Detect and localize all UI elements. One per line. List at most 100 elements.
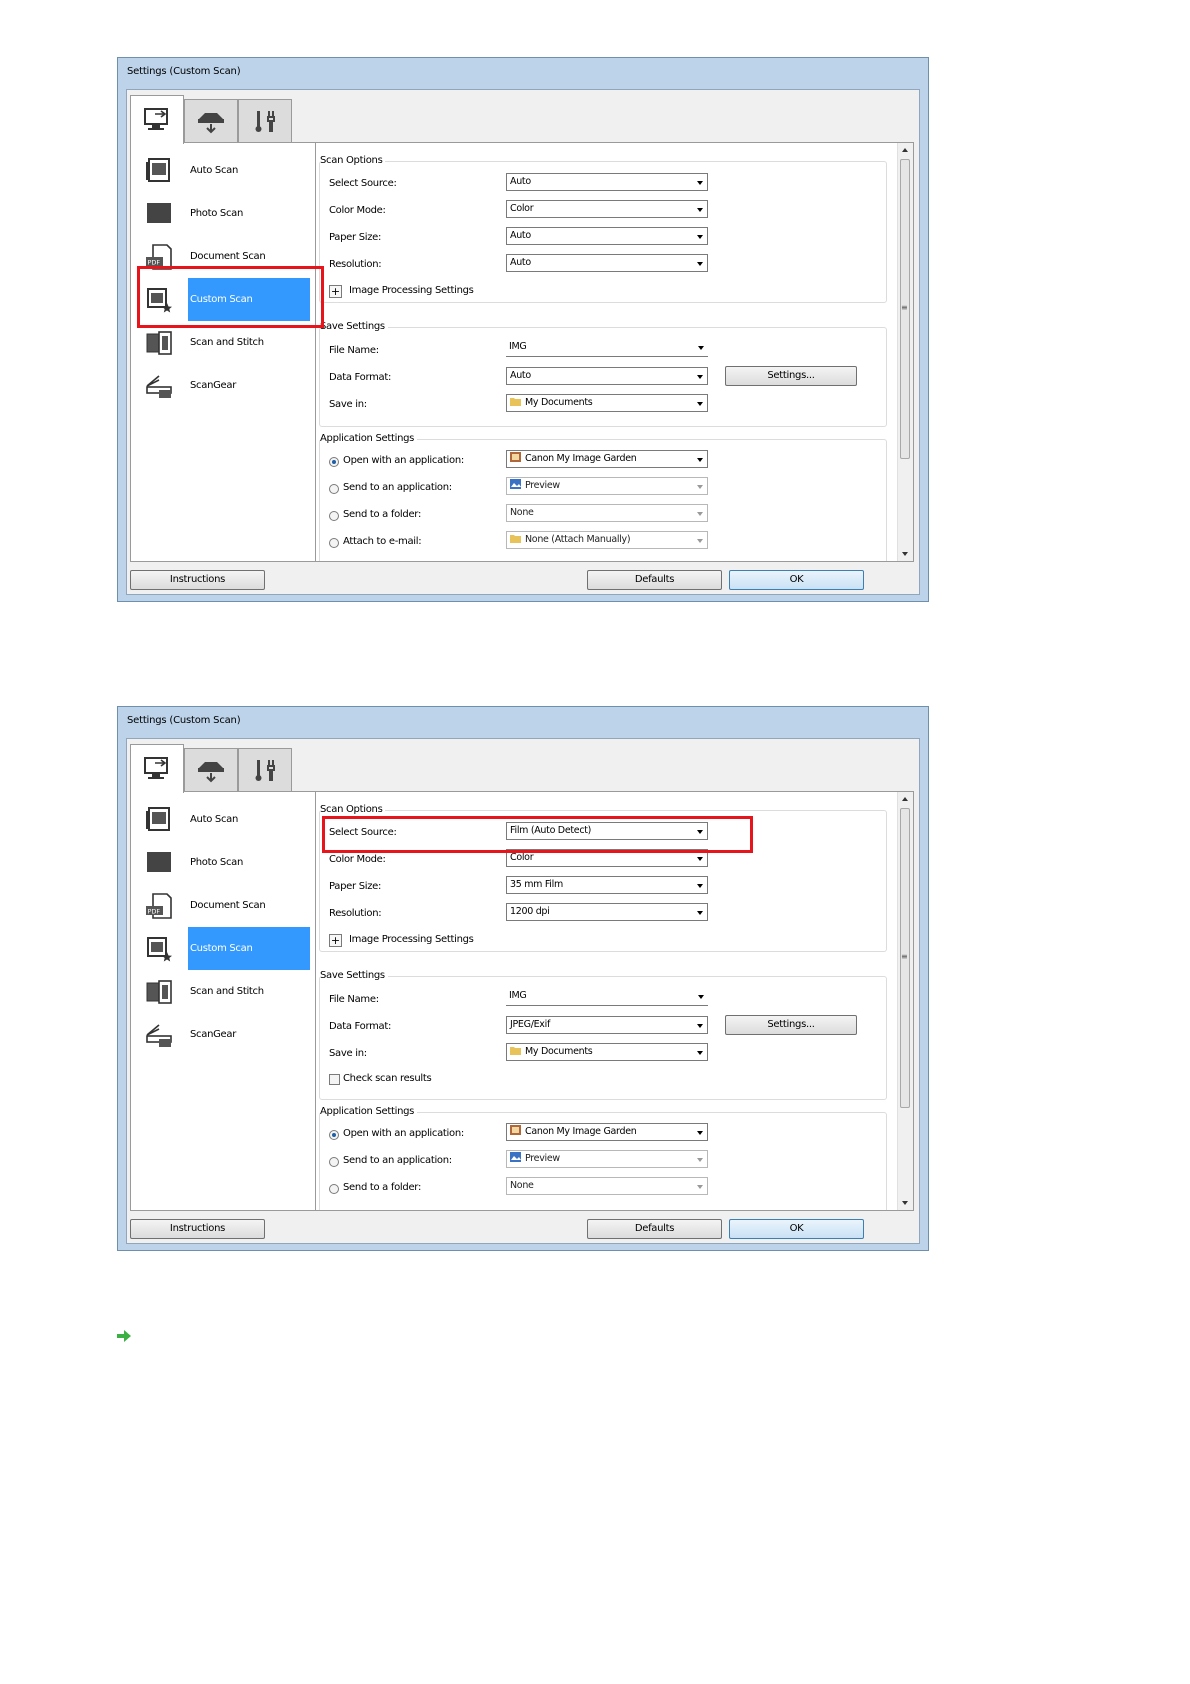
tab-general-settings[interactable] xyxy=(238,99,292,142)
check-scan-results-checkbox[interactable] xyxy=(329,1074,340,1085)
select-source-dropdown[interactable]: Auto xyxy=(506,173,708,191)
attach-to-email-dropdown[interactable]: None (Attach Manually) xyxy=(506,531,708,549)
open-with-application-label: Open with an application: xyxy=(343,1128,464,1139)
ok-button[interactable]: OK xyxy=(729,1219,864,1239)
scroll-down-icon[interactable] xyxy=(902,552,908,556)
chevron-down-icon xyxy=(697,539,703,543)
chevron-down-icon xyxy=(697,1158,703,1162)
photo-scan-icon xyxy=(147,203,171,223)
nav-photo-scan[interactable]: Photo Scan xyxy=(131,841,315,884)
dialog-title: Settings (Custom Scan) xyxy=(127,66,241,77)
file-name-label: File Name: xyxy=(329,345,379,356)
dialog-body: Auto Scan Photo Scan PDF Document Scan C… xyxy=(126,738,920,1244)
scroll-down-icon[interactable] xyxy=(902,1201,908,1205)
color-mode-label: Color Mode: xyxy=(329,854,386,865)
vertical-scrollbar[interactable]: ≡ xyxy=(897,792,913,1210)
instructions-button[interactable]: Instructions xyxy=(130,570,265,590)
nav-custom-scan[interactable]: Custom Scan xyxy=(131,927,315,970)
expand-plus-icon[interactable]: + xyxy=(329,285,342,298)
chevron-down-icon xyxy=(697,1024,703,1028)
settings-content: Scan Options Select Source: Film (Auto D… xyxy=(316,792,913,1210)
chevron-down-icon xyxy=(697,402,703,406)
nav-auto-scan[interactable]: Auto Scan xyxy=(131,149,315,192)
nav-label: Custom Scan xyxy=(188,927,310,970)
data-format-settings-button[interactable]: Settings... xyxy=(725,1015,857,1035)
data-format-dropdown[interactable]: JPEG/Exif xyxy=(506,1016,708,1034)
file-name-combo[interactable]: IMG xyxy=(506,339,708,357)
nav-label: ScanGear xyxy=(190,380,237,391)
nav-document-scan[interactable]: PDF Document Scan xyxy=(131,884,315,927)
dropdown-value: None (Attach Manually) xyxy=(525,534,631,545)
data-format-dropdown[interactable]: Auto xyxy=(506,367,708,385)
chevron-down-icon xyxy=(697,262,703,266)
data-format-settings-button[interactable]: Settings... xyxy=(725,366,857,386)
send-to-application-radio[interactable] xyxy=(329,1157,339,1167)
chevron-down-icon xyxy=(697,512,703,516)
attach-to-email-radio[interactable] xyxy=(329,538,339,548)
paper-size-dropdown[interactable]: 35 mm Film xyxy=(506,876,708,894)
open-with-application-radio[interactable] xyxy=(329,1130,339,1140)
color-mode-dropdown[interactable]: Color xyxy=(506,200,708,218)
resolution-label: Resolution: xyxy=(329,259,382,270)
chevron-down-icon xyxy=(697,1131,703,1135)
application-settings-title: Application Settings xyxy=(320,1106,418,1117)
send-to-folder-dropdown[interactable]: None xyxy=(506,504,708,522)
save-in-label: Save in: xyxy=(329,399,367,410)
ok-button[interactable]: OK xyxy=(729,570,864,590)
resolution-dropdown[interactable]: 1200 dpi xyxy=(506,903,708,921)
send-to-application-radio[interactable] xyxy=(329,484,339,494)
save-in-dropdown[interactable]: My Documents xyxy=(506,1043,708,1061)
open-with-application-radio[interactable] xyxy=(329,457,339,467)
data-format-label: Data Format: xyxy=(329,1021,392,1032)
scan-from-computer-icon xyxy=(144,108,168,130)
nav-scan-and-stitch[interactable]: Scan and Stitch xyxy=(131,970,315,1013)
tab-scan-from-computer[interactable] xyxy=(130,744,184,793)
chevron-down-icon xyxy=(697,458,703,462)
image-garden-icon xyxy=(510,452,521,462)
save-settings-title: Save Settings xyxy=(320,970,388,981)
settings-content: Scan Options Select Source: Auto Color M… xyxy=(316,143,913,561)
chevron-down-icon xyxy=(697,485,703,489)
scroll-up-icon[interactable] xyxy=(902,148,908,152)
tab-general-settings[interactable] xyxy=(238,748,292,791)
send-to-application-dropdown[interactable]: Preview xyxy=(506,1150,708,1168)
grip-icon: ≡ xyxy=(901,303,908,312)
defaults-button[interactable]: Defaults xyxy=(587,1219,722,1239)
save-in-dropdown[interactable]: My Documents xyxy=(506,394,708,412)
nav-auto-scan[interactable]: Auto Scan xyxy=(131,798,315,841)
combo-value: IMG xyxy=(509,341,527,352)
paper-size-dropdown[interactable]: Auto xyxy=(506,227,708,245)
scroll-up-icon[interactable] xyxy=(902,797,908,801)
dropdown-value: My Documents xyxy=(525,1046,593,1057)
paper-size-label: Paper Size: xyxy=(329,232,382,243)
vertical-scrollbar[interactable]: ≡ xyxy=(897,143,913,561)
chevron-down-icon xyxy=(697,884,703,888)
open-with-application-dropdown[interactable]: Canon My Image Garden xyxy=(506,1123,708,1141)
open-with-application-dropdown[interactable]: Canon My Image Garden xyxy=(506,450,708,468)
nav-scangear[interactable]: ScanGear xyxy=(131,364,315,407)
defaults-button[interactable]: Defaults xyxy=(587,570,722,590)
send-to-folder-dropdown[interactable]: None xyxy=(506,1177,708,1195)
resolution-dropdown[interactable]: Auto xyxy=(506,254,708,272)
instructions-button[interactable]: Instructions xyxy=(130,1219,265,1239)
save-in-label: Save in: xyxy=(329,1048,367,1059)
combo-value: IMG xyxy=(509,990,527,1001)
tab-scan-from-operation-panel[interactable] xyxy=(184,748,238,791)
nav-label: Scan and Stitch xyxy=(190,986,264,997)
send-to-folder-radio[interactable] xyxy=(329,511,339,521)
file-name-combo[interactable]: IMG xyxy=(506,988,708,1006)
tab-scan-from-operation-panel[interactable] xyxy=(184,99,238,142)
dropdown-value: None xyxy=(510,507,534,518)
preview-icon xyxy=(510,1152,521,1162)
expand-plus-icon[interactable]: + xyxy=(329,934,342,947)
nav-label: Auto Scan xyxy=(190,814,239,825)
dropdown-value: None xyxy=(510,1180,534,1191)
settings-panel: Auto Scan Photo Scan PDF Document Scan C… xyxy=(130,142,914,562)
application-settings-title: Application Settings xyxy=(320,433,418,444)
tab-scan-from-computer[interactable] xyxy=(130,95,184,144)
folder-icon xyxy=(510,398,521,406)
send-to-folder-radio[interactable] xyxy=(329,1184,339,1194)
nav-scangear[interactable]: ScanGear xyxy=(131,1013,315,1056)
nav-photo-scan[interactable]: Photo Scan xyxy=(131,192,315,235)
send-to-application-dropdown[interactable]: Preview xyxy=(506,477,708,495)
